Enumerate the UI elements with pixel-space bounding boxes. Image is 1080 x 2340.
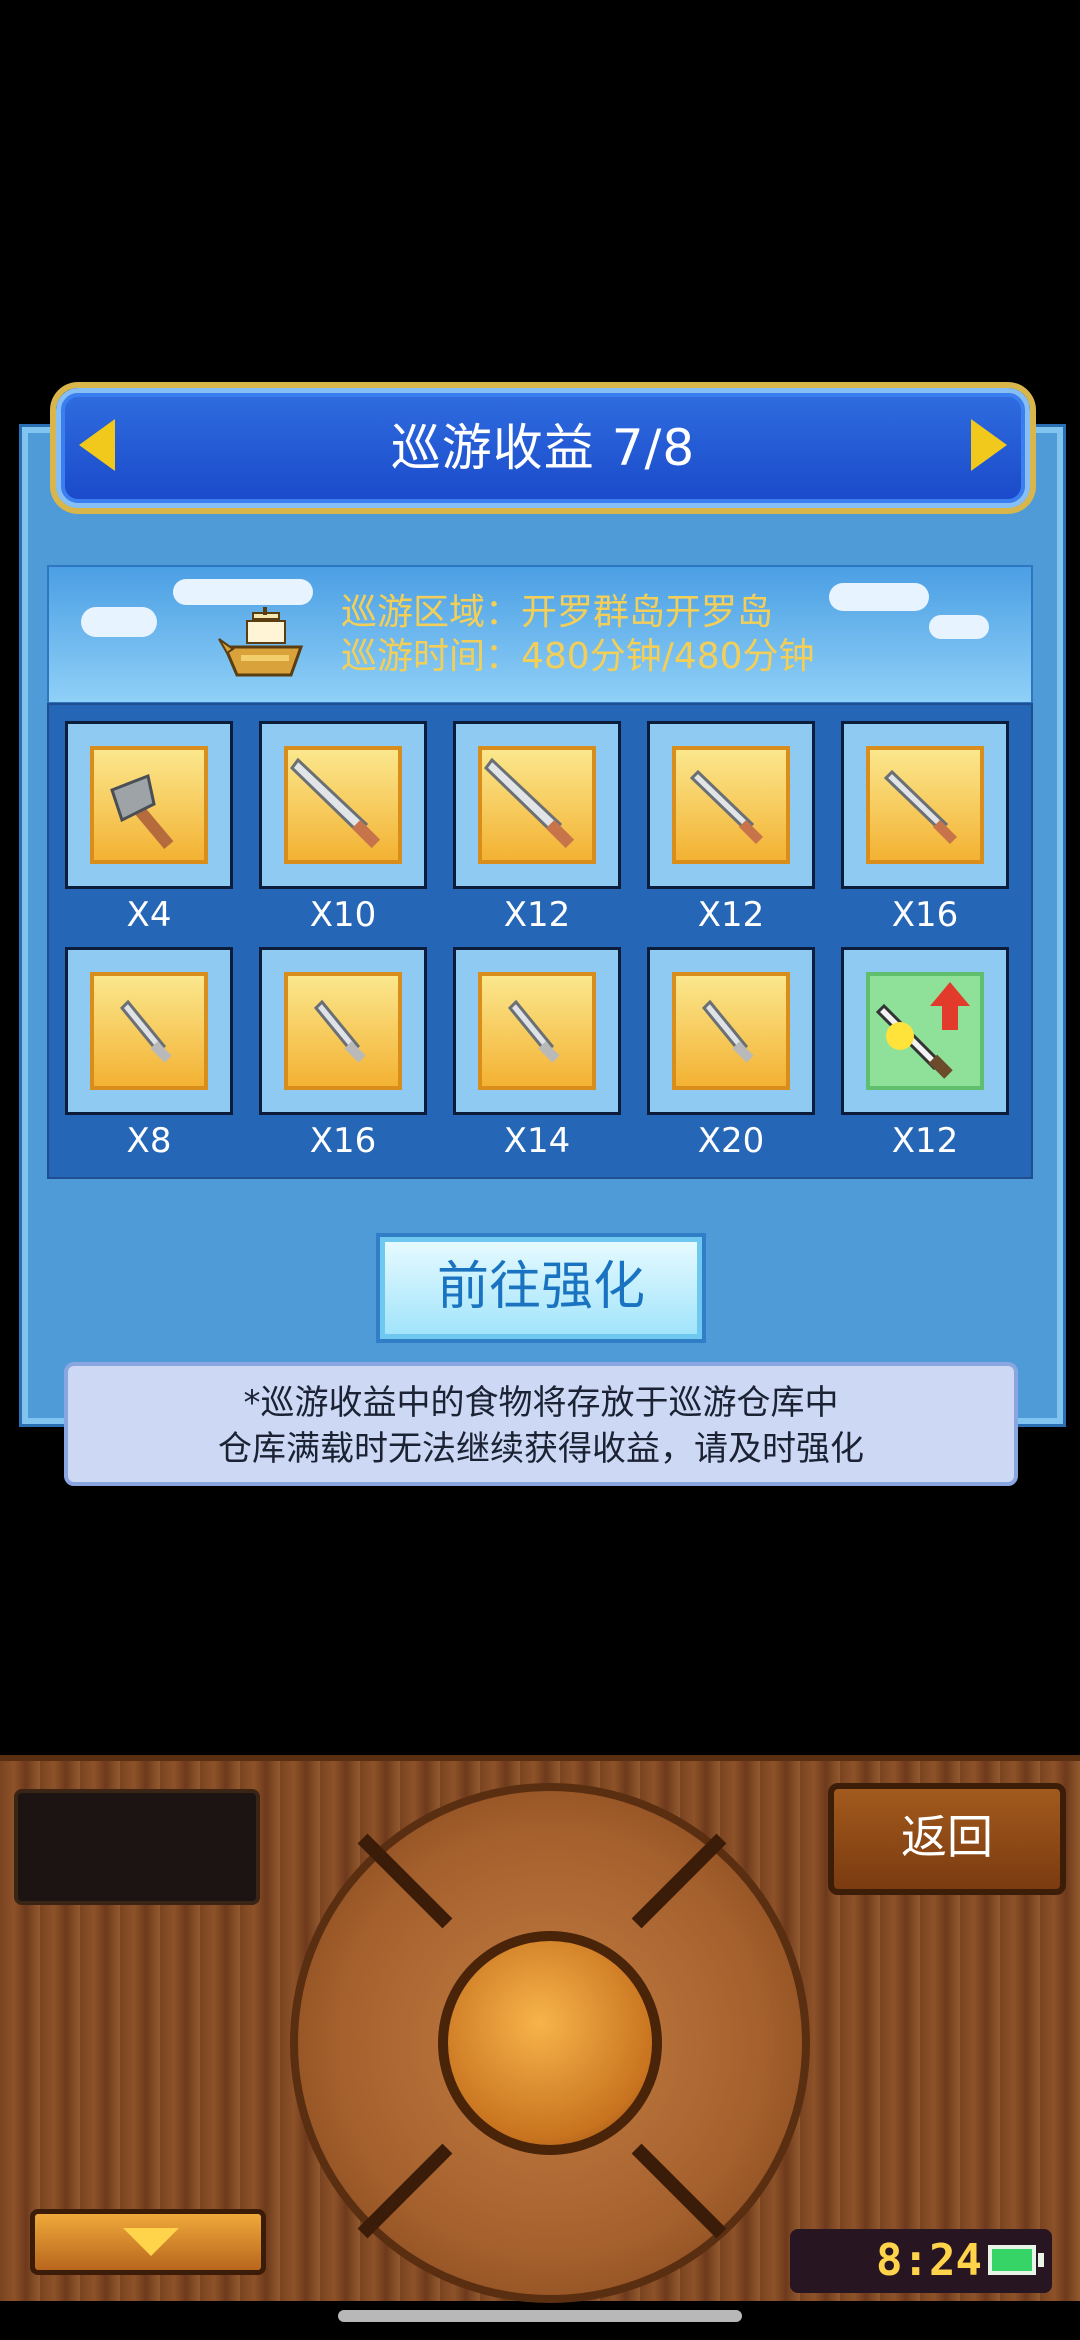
reward-item[interactable]: X10 (259, 721, 427, 935)
boat-icon (218, 607, 304, 677)
note-line-1: *巡游收益中的食物将存放于巡游仓库中 (243, 1383, 839, 1423)
note-line-2: 仓库满载时无法继续获得收益，请及时强化 (218, 1429, 864, 1469)
clock-time: 8:24 (876, 2235, 982, 2286)
item-count: X16 (309, 1121, 377, 1161)
reward-item[interactable]: X16 (841, 721, 1009, 935)
next-page-arrow-icon[interactable] (971, 419, 1007, 471)
sword-icon (676, 750, 786, 860)
region-area-label: 巡游区域：开罗群岛开罗岛 (341, 592, 774, 633)
page-title: 巡游收益 7/8 (390, 419, 696, 477)
menu-down-button[interactable] (30, 2209, 266, 2275)
return-button[interactable]: 返回 (828, 1783, 1066, 1895)
status-clock: 8:24 (790, 2229, 1052, 2293)
reward-item[interactable]: X12 (453, 721, 621, 935)
broadsword-icon (482, 750, 592, 860)
item-count: X16 (891, 895, 959, 935)
upgrade-sword-icon (870, 976, 980, 1086)
reward-item[interactable]: X4 (65, 721, 233, 935)
down-arrow-icon (123, 2228, 179, 2256)
console-screen (14, 1789, 260, 1905)
region-box: 巡游区域：开罗群岛开罗岛 巡游时间：480分钟/480分钟 (47, 565, 1033, 704)
sword-icon (870, 750, 980, 860)
dpad-center-button[interactable] (438, 1931, 662, 2155)
reward-items-grid: X4 X10 X12 X12 X16 X8 X16 X14 X20 X12 (47, 703, 1033, 1179)
reward-item[interactable]: X20 (647, 947, 815, 1161)
item-slot[interactable] (453, 947, 621, 1115)
item-slot[interactable] (259, 721, 427, 889)
dagger-icon (94, 976, 204, 1086)
dagger-icon (482, 976, 592, 1086)
battery-icon (988, 2245, 1036, 2275)
item-count: X12 (891, 1121, 959, 1161)
broadsword-icon (288, 750, 398, 860)
upgrade-button[interactable]: 前往强化 (376, 1233, 706, 1343)
item-count: X20 (697, 1121, 765, 1161)
info-note: *巡游收益中的食物将存放于巡游仓库中 仓库满载时无法继续获得收益，请及时强化 (64, 1362, 1018, 1486)
item-slot[interactable] (453, 721, 621, 889)
item-slot[interactable] (259, 947, 427, 1115)
item-count: X14 (503, 1121, 571, 1161)
item-count: X8 (126, 1121, 172, 1161)
reward-item[interactable]: X14 (453, 947, 621, 1161)
item-count: X10 (309, 895, 377, 935)
item-count: X4 (126, 895, 172, 935)
axe-icon (94, 750, 204, 860)
item-slot[interactable] (647, 947, 815, 1115)
dagger-icon (676, 976, 786, 1086)
reward-item[interactable]: X12 (647, 721, 815, 935)
item-slot[interactable] (647, 721, 815, 889)
item-slot[interactable] (65, 721, 233, 889)
dpad[interactable] (290, 1783, 810, 2303)
reward-item[interactable]: X16 (259, 947, 427, 1161)
home-indicator[interactable] (338, 2310, 742, 2322)
item-count: X12 (503, 895, 571, 935)
item-slot[interactable] (841, 721, 1009, 889)
item-slot[interactable] (841, 947, 1009, 1115)
region-time-label: 巡游时间：480分钟/480分钟 (341, 636, 815, 677)
item-slot[interactable] (65, 947, 233, 1115)
region-info: 巡游区域：开罗群岛开罗岛 巡游时间：480分钟/480分钟 (341, 591, 815, 679)
reward-item[interactable]: X12 (841, 947, 1009, 1161)
dagger-icon (288, 976, 398, 1086)
game-console: 返回 8:24 (0, 1755, 1080, 2303)
title-bar: 巡游收益 7/8 (56, 388, 1030, 508)
reward-item[interactable]: X8 (65, 947, 233, 1161)
item-count: X12 (697, 895, 765, 935)
